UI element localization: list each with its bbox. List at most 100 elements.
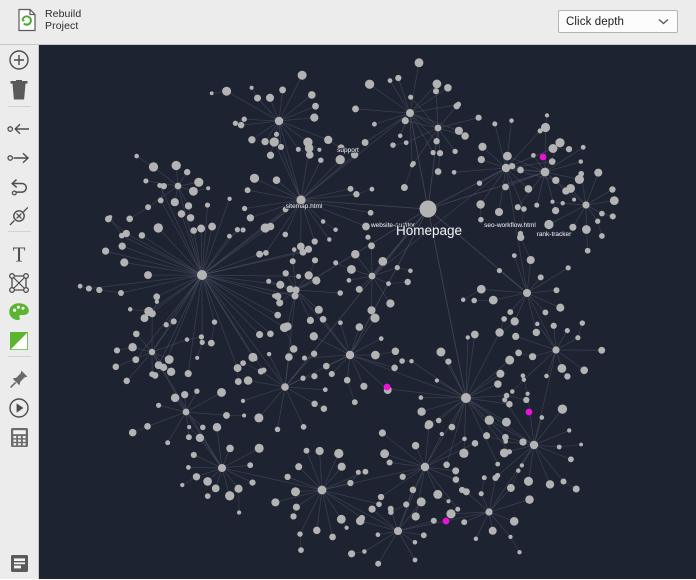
- graph-node[interactable]: [218, 464, 226, 472]
- graph-node[interactable]: [272, 294, 277, 299]
- graph-node[interactable]: [155, 361, 163, 369]
- graph-node[interactable]: [595, 219, 600, 224]
- graph-node[interactable]: [263, 250, 269, 256]
- graph-node[interactable]: [180, 483, 184, 487]
- graph-node[interactable]: [233, 121, 238, 126]
- graph-node[interactable]: [347, 480, 353, 486]
- graph-node[interactable]: [392, 348, 400, 356]
- graph-node[interactable]: [156, 403, 161, 408]
- graph-node[interactable]: [462, 437, 467, 442]
- graph-node[interactable]: [398, 134, 403, 139]
- graph-node[interactable]: [143, 178, 148, 183]
- graph-node[interactable]: [546, 480, 554, 488]
- graph-node[interactable]: [370, 314, 379, 323]
- graph-node[interactable]: [197, 225, 205, 233]
- graph-node[interactable]: [334, 449, 343, 458]
- graph-node[interactable]: [175, 183, 182, 190]
- graph-node[interactable]: [433, 138, 439, 144]
- graph-node[interactable]: [485, 508, 492, 515]
- graph-node[interactable]: [542, 309, 548, 315]
- graph-node[interactable]: [436, 348, 445, 357]
- graph-node[interactable]: [205, 493, 211, 499]
- graph-node[interactable]: [208, 223, 216, 231]
- graph-node[interactable]: [346, 351, 354, 359]
- graph-node[interactable]: [206, 186, 210, 190]
- graph-node[interactable]: [580, 367, 588, 375]
- graph-node[interactable]: [315, 447, 323, 455]
- graph-node[interactable]: [321, 219, 326, 224]
- graph-node[interactable]: [134, 154, 139, 159]
- graph-node[interactable]: [367, 306, 375, 314]
- graph-node[interactable]: [502, 418, 511, 427]
- graph-node[interactable]: [376, 532, 381, 537]
- graph-node[interactable]: [436, 418, 442, 424]
- graph-node[interactable]: [575, 175, 584, 184]
- graph-node[interactable]: [440, 432, 444, 436]
- graph-node[interactable]: [248, 353, 257, 362]
- graph-node[interactable]: [453, 103, 459, 109]
- graph-node[interactable]: [483, 432, 490, 439]
- graph-node[interactable]: [517, 550, 521, 554]
- graph-node[interactable]: [296, 274, 301, 279]
- graph-node[interactable]: [256, 251, 263, 258]
- graph-node[interactable]: [445, 358, 451, 364]
- graph-node[interactable]: [327, 237, 331, 241]
- graph-node[interactable]: [406, 109, 414, 117]
- graph-node[interactable]: [318, 486, 327, 495]
- graph-node[interactable]: [388, 506, 394, 512]
- graph-node[interactable]: [347, 265, 356, 274]
- graph-node[interactable]: [267, 330, 274, 337]
- graph-node[interactable]: [347, 278, 352, 283]
- graph-node[interactable]: [171, 318, 177, 324]
- graph-node[interactable]: [526, 409, 533, 416]
- graph-node[interactable]: [324, 136, 332, 144]
- graph-node[interactable]: [503, 439, 508, 444]
- graph-node[interactable]: [386, 299, 394, 307]
- graph-node[interactable]: [293, 504, 300, 511]
- graph-node[interactable]: [492, 121, 497, 126]
- graph-node[interactable]: [566, 146, 572, 152]
- graph-node[interactable]: [515, 204, 521, 210]
- graph-node[interactable]: [126, 215, 133, 222]
- graph-node[interactable]: [129, 429, 137, 437]
- graph-node[interactable]: [197, 270, 207, 280]
- graph-node[interactable]: [443, 461, 450, 468]
- graph-node[interactable]: [408, 95, 413, 100]
- graph-node[interactable]: [572, 198, 576, 202]
- graph-node[interactable]: [278, 144, 284, 150]
- graph-node[interactable]: [164, 322, 169, 327]
- graph-node[interactable]: [474, 537, 479, 542]
- graph-node[interactable]: [394, 527, 402, 535]
- graph-node[interactable]: [213, 423, 221, 431]
- graph-node[interactable]: [390, 142, 395, 147]
- graph-node[interactable]: [408, 269, 413, 274]
- graph-node[interactable]: [285, 353, 293, 361]
- graph-node[interactable]: [132, 356, 139, 363]
- graph-node[interactable]: [544, 220, 553, 229]
- graph-node[interactable]: [290, 513, 296, 519]
- graph-node[interactable]: [155, 300, 159, 304]
- graph-node[interactable]: [433, 80, 442, 89]
- layout-tool[interactable]: [0, 271, 38, 300]
- graph-node[interactable]: [351, 250, 360, 259]
- graph-node[interactable]: [521, 206, 527, 212]
- graph-node[interactable]: [376, 501, 382, 507]
- rebuild-project-button[interactable]: Rebuild Project: [12, 6, 85, 34]
- graph-node[interactable]: [96, 287, 102, 293]
- graph-node[interactable]: [279, 86, 286, 93]
- graph-node[interactable]: [310, 113, 318, 121]
- graph-node[interactable]: [258, 368, 264, 374]
- graph-node[interactable]: [276, 299, 283, 306]
- graph-node[interactable]: [431, 518, 437, 524]
- graph-node[interactable]: [311, 373, 317, 379]
- graph-node[interactable]: [273, 176, 281, 184]
- graph-node[interactable]: [208, 340, 215, 347]
- palette-tool[interactable]: [0, 300, 38, 329]
- graph-node[interactable]: [275, 117, 283, 125]
- graph-node[interactable]: [503, 152, 512, 161]
- graph-node[interactable]: [199, 334, 204, 339]
- graph-node[interactable]: [502, 397, 507, 402]
- graph-node[interactable]: [500, 448, 509, 457]
- graph-node[interactable]: [479, 491, 484, 496]
- graph-node[interactable]: [387, 459, 393, 465]
